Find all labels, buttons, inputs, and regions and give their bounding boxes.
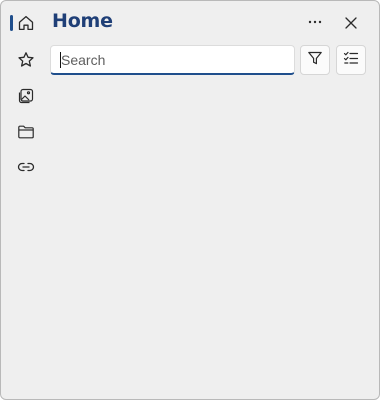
folder-icon: [17, 123, 35, 141]
filter-button[interactable]: [300, 45, 330, 75]
image-gallery-icon: [17, 87, 35, 105]
star-icon: [17, 51, 35, 69]
search-input[interactable]: [51, 46, 294, 73]
nav-item-folders[interactable]: [8, 116, 44, 148]
text-caret: [60, 52, 61, 68]
filter-icon: [307, 50, 323, 70]
nav-item-images[interactable]: [8, 80, 44, 112]
close-button[interactable]: [336, 9, 366, 39]
more-options-button[interactable]: [300, 9, 330, 39]
home-icon: [17, 14, 35, 32]
app-window: Home: [0, 0, 380, 400]
search-box[interactable]: [50, 45, 295, 75]
nav-item-favorites[interactable]: [8, 44, 44, 76]
nav-rail: [1, 1, 47, 399]
more-horizontal-icon: [307, 14, 323, 34]
close-icon: [344, 15, 358, 34]
link-icon: [17, 158, 35, 176]
checklist-icon: [343, 50, 359, 70]
checklist-button[interactable]: [336, 45, 366, 75]
nav-item-links[interactable]: [8, 151, 44, 183]
page-title: Home: [52, 10, 113, 32]
results-area: [50, 85, 368, 385]
nav-item-home[interactable]: [8, 7, 44, 39]
